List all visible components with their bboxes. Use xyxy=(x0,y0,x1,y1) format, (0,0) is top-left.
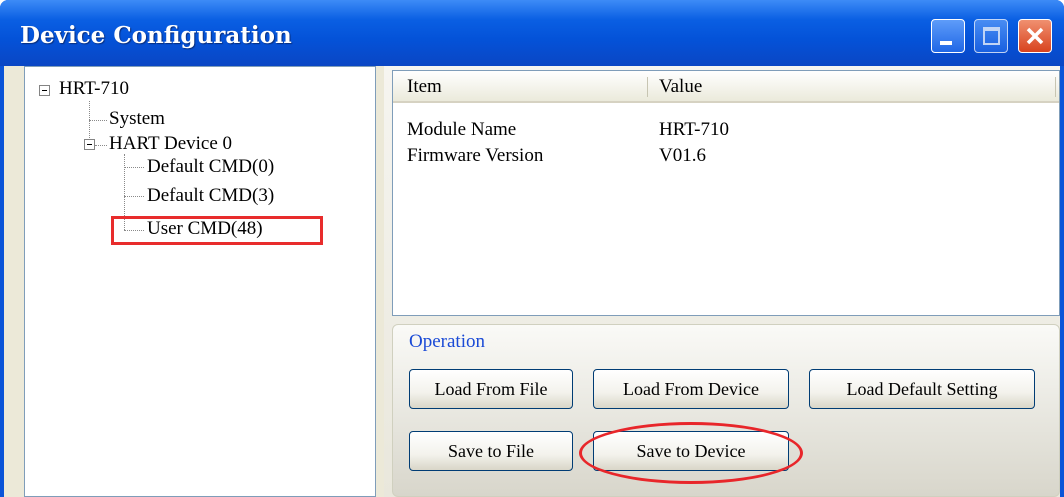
close-icon xyxy=(1026,27,1044,45)
device-configuration-window: Device Configuration HRT-710 System HART… xyxy=(0,0,1064,497)
load-from-device-button[interactable]: Load From Device xyxy=(593,369,789,409)
tree-connector xyxy=(89,120,107,121)
right-area: Item Value Module Name HRT-710 Firmware … xyxy=(384,66,1060,497)
load-default-setting-button[interactable]: Load Default Setting xyxy=(809,369,1035,409)
column-header-item[interactable]: Item xyxy=(407,76,442,98)
save-to-file-button[interactable]: Save to File xyxy=(409,431,573,471)
column-separator[interactable] xyxy=(1055,77,1056,97)
tree-connector xyxy=(89,101,90,120)
title-bar[interactable]: Device Configuration xyxy=(0,0,1064,66)
cell-item: Firmware Version xyxy=(407,145,544,166)
tree-node-root[interactable]: HRT-710 xyxy=(59,79,129,99)
tree-node-default-cmd-0[interactable]: Default CMD(0) xyxy=(147,157,274,177)
operation-label: Operation xyxy=(409,331,485,352)
collapse-toggle[interactable] xyxy=(39,85,50,96)
window-title: Device Configuration xyxy=(20,22,292,49)
tree-node-default-cmd-3[interactable]: Default CMD(3) xyxy=(147,186,274,206)
client-area: HRT-710 System HART Device 0 Default CMD… xyxy=(4,66,1060,497)
cell-value: V01.6 xyxy=(659,145,706,166)
close-button[interactable] xyxy=(1018,19,1052,53)
column-header-value[interactable]: Value xyxy=(659,76,702,98)
listview-header: Item Value xyxy=(393,71,1059,103)
operation-group: Operation Load From File Load From Devic… xyxy=(392,324,1060,497)
annotation-highlight-box xyxy=(111,216,323,245)
cell-value: HRT-710 xyxy=(659,119,729,140)
tree-connector xyxy=(89,120,90,140)
load-from-file-button[interactable]: Load From File xyxy=(409,369,573,409)
tree-connector xyxy=(124,167,144,168)
minimize-icon xyxy=(940,41,952,45)
minimize-button[interactable] xyxy=(931,19,965,53)
tree-connector xyxy=(95,145,107,146)
tree-node-hart-device[interactable]: HART Device 0 xyxy=(109,134,232,154)
device-tree[interactable]: HRT-710 System HART Device 0 Default CMD… xyxy=(24,66,376,497)
maximize-icon xyxy=(983,27,1000,45)
cell-item: Module Name xyxy=(407,119,517,140)
column-separator[interactable] xyxy=(647,77,648,97)
tree-connector xyxy=(124,196,144,197)
tree-node-system[interactable]: System xyxy=(109,109,165,129)
info-listview[interactable]: Item Value Module Name HRT-710 Firmware … xyxy=(392,70,1060,316)
collapse-toggle[interactable] xyxy=(84,139,95,150)
maximize-button[interactable] xyxy=(974,19,1008,53)
save-to-device-button[interactable]: Save to Device xyxy=(593,431,789,471)
